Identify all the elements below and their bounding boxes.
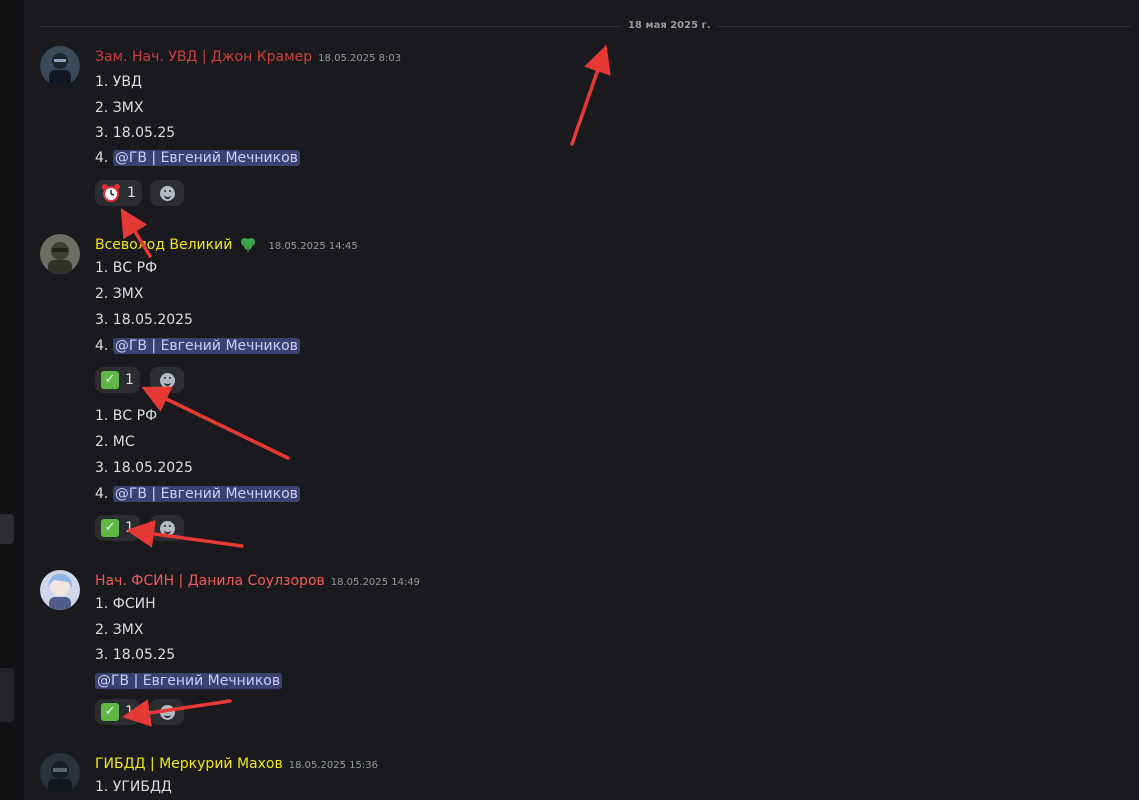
message-line: 2. ЗМХ	[95, 286, 144, 302]
message-header: ГИБДД | Меркурий Махов 18.05.2025 15:36	[95, 753, 378, 773]
check-mark-icon: ✓	[101, 371, 119, 389]
message-line: 3. 18.05.25	[95, 125, 176, 141]
message-line: 1. ВС РФ	[95, 408, 158, 424]
reaction-check-mark[interactable]: ✓ 1	[95, 515, 140, 541]
add-reaction-button[interactable]	[150, 515, 184, 541]
user-mention[interactable]: @ГВ | Евгений Мечников	[112, 486, 300, 502]
message-header: Зам. Нач. УВД | Джон Крамер 18.05.2025 8:…	[95, 46, 401, 66]
divider-line	[40, 26, 1131, 27]
line-prefix: 4.	[95, 150, 113, 166]
avatar[interactable]	[40, 46, 80, 86]
line-prefix: 4.	[95, 486, 113, 502]
check-mark-icon: ✓	[101, 519, 119, 537]
user-mention[interactable]: @ГВ | Евгений Мечников	[112, 150, 300, 166]
timestamp: 18.05.2025 14:49	[330, 577, 421, 588]
add-reaction-button[interactable]	[150, 180, 184, 206]
message-line: 3. 18.05.2025	[95, 460, 193, 476]
add-reaction-button[interactable]	[150, 699, 184, 725]
message-header: Всеволод Великий 18.05.2025 14:45	[95, 234, 358, 254]
message-line: 1. УВД	[95, 74, 142, 90]
reaction-count: 1	[125, 372, 134, 388]
timestamp: 18.05.2025 8:03	[318, 53, 402, 64]
date-divider-label: 18 мая 2025 г.	[622, 18, 717, 34]
avatar[interactable]	[40, 570, 80, 610]
message-header: Нач. ФСИН | Данила Соулзоров 18.05.2025 1…	[95, 570, 420, 590]
message-line: 4. @ГВ | Евгений Мечников	[95, 336, 300, 356]
check-mark-icon: ✓	[101, 703, 119, 721]
line-prefix: 4.	[95, 338, 113, 354]
smiley-icon	[159, 372, 175, 388]
author-name[interactable]: Нач. ФСИН | Данила Соулзоров	[95, 573, 325, 589]
author-name[interactable]: Зам. Нач. УВД | Джон Крамер	[95, 49, 312, 65]
message-line: 4. @ГВ | Евгений Мечников	[95, 484, 300, 504]
message-line: 2. МС	[95, 434, 135, 450]
message-line: @ГВ | Евгений Мечников	[95, 671, 283, 691]
message-line: 1. ВС РФ	[95, 260, 158, 276]
sidebar-item[interactable]	[0, 668, 14, 722]
annotation-arrow	[141, 386, 290, 460]
sidebar-item[interactable]	[0, 514, 14, 544]
author-name[interactable]: Всеволод Великий	[95, 237, 232, 253]
reaction-count: 1	[125, 520, 134, 536]
date-divider: 18 мая 2025 г.	[40, 18, 1131, 34]
smiley-icon	[159, 185, 175, 201]
reaction-count: 1	[125, 704, 134, 720]
timestamp: 18.05.2025 15:36	[288, 760, 378, 771]
message-line: 1. ФСИН	[95, 596, 156, 612]
add-reaction-button[interactable]	[150, 367, 184, 393]
message-line: 3. 18.05.2025	[95, 312, 193, 328]
reaction-check-mark[interactable]: ✓ 1	[95, 699, 140, 725]
user-mention[interactable]: @ГВ | Евгений Мечников	[95, 673, 283, 689]
smiley-icon	[159, 704, 175, 720]
message-line: 1. УГИБДД	[95, 779, 172, 795]
reaction-alarm-clock[interactable]: 1	[95, 180, 142, 206]
message-line: 2. ЗМХ	[95, 100, 144, 116]
user-mention[interactable]: @ГВ | Евгений Мечников	[112, 338, 300, 354]
alarm-clock-icon	[102, 184, 120, 202]
timestamp: 18.05.2025 14:45	[268, 241, 358, 252]
smiley-icon	[159, 520, 175, 536]
avatar[interactable]	[40, 234, 80, 274]
message-line: 3. 18.05.25	[95, 647, 176, 663]
author-name[interactable]: ГИБДД | Меркурий Махов	[95, 756, 283, 772]
reaction-check-mark[interactable]: ✓ 1	[95, 367, 140, 393]
server-sidebar	[0, 0, 25, 800]
clover-icon	[241, 238, 256, 252]
annotation-arrow	[570, 44, 611, 146]
avatar[interactable]	[40, 753, 80, 793]
reaction-count: 1	[127, 185, 136, 201]
chat-area: 18 мая 2025 г. Зам. Нач. УВД | Джон Крам…	[24, 0, 1139, 800]
message-line: 4. @ГВ | Евгений Мечников	[95, 148, 300, 168]
message-line: 2. ЗМХ	[95, 622, 144, 638]
